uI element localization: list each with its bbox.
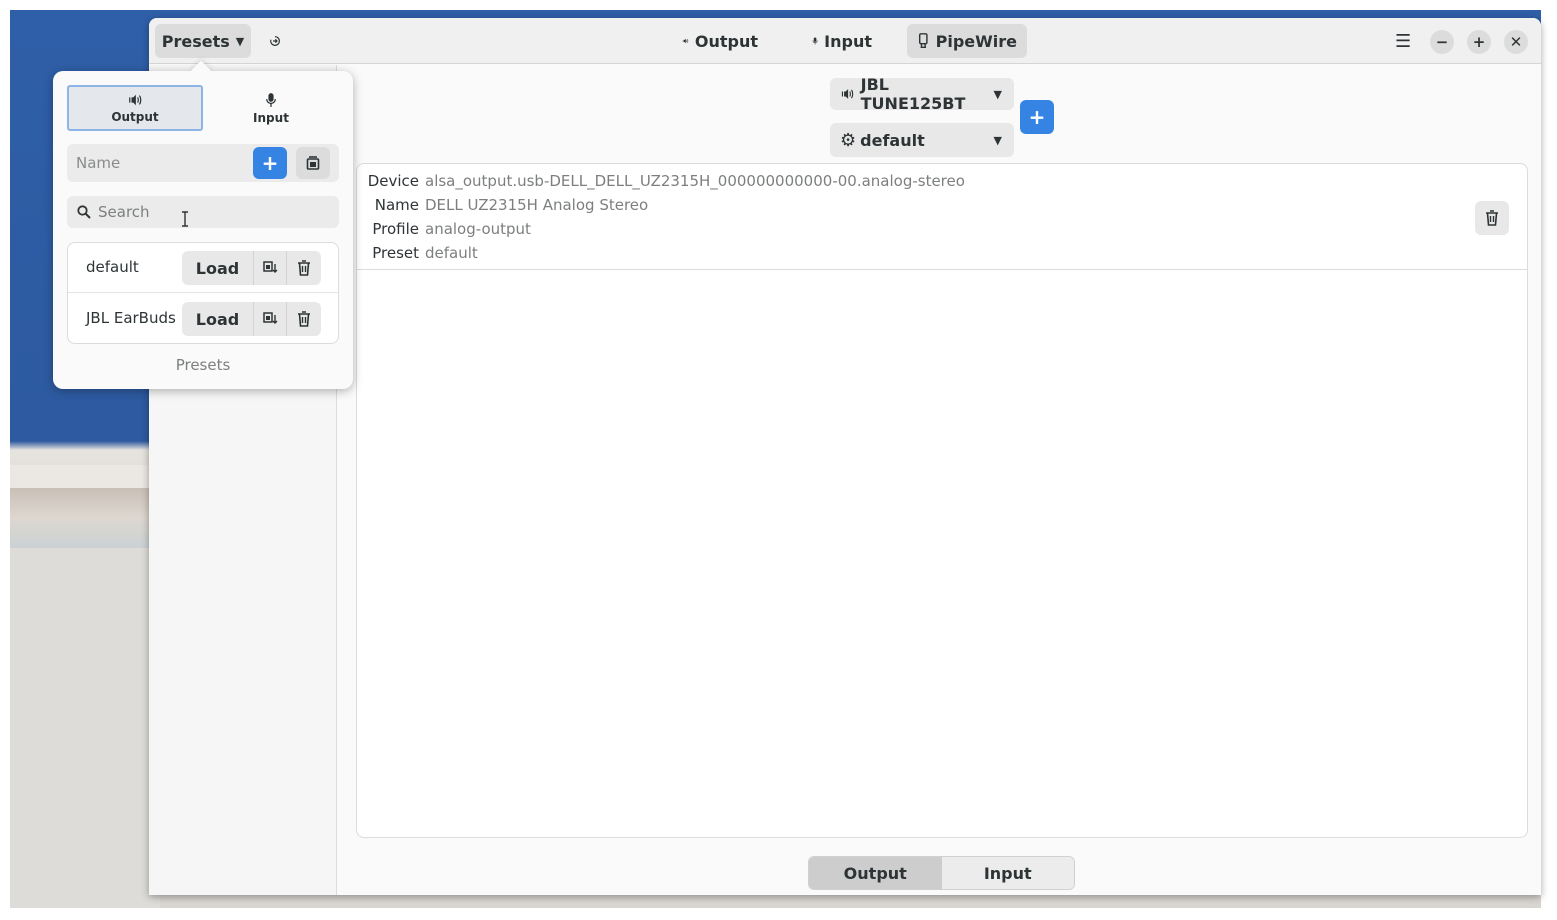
pipewire-icon (918, 33, 928, 49)
info-key: Profile (372, 220, 419, 238)
delete-preset-button[interactable] (287, 251, 320, 285)
new-preset-row: + (67, 144, 339, 182)
popover-tab-output-label: Output (111, 109, 159, 124)
preset-search-row (67, 196, 339, 228)
preset-actions: Load (182, 251, 321, 285)
info-row-profile: Profile analog-output (357, 217, 531, 241)
speaker-icon (129, 94, 142, 105)
trash-icon (297, 311, 310, 327)
trash-icon (1486, 210, 1498, 226)
tab-output-label: Output (694, 31, 758, 51)
preset-search-input[interactable] (91, 203, 339, 221)
plus-icon: + (1028, 105, 1046, 129)
close-button[interactable]: ✕ (1504, 30, 1528, 54)
import-icon (306, 156, 320, 170)
preset-name: JBL EarBuds (86, 309, 176, 327)
selected-device-label: JBL TUNE125BT (860, 75, 966, 113)
info-value: alsa_output.usb-DELL_DELL_UZ2315H_000000… (425, 172, 965, 190)
search-icon (77, 205, 91, 219)
presets-popover: Output Input + (53, 60, 353, 389)
maximize-button[interactable]: + (1467, 30, 1491, 54)
save-preset-button[interactable] (254, 302, 287, 336)
list-item: JBL EarBuds Load (68, 294, 338, 344)
tab-input-label: Input (824, 31, 872, 51)
hamburger-icon: ☰ (1394, 30, 1412, 52)
speaker-icon (682, 38, 689, 44)
app-window: Presets ▼ Output Input PipeWire ☰ − + ✕ … (149, 18, 1541, 895)
close-icon: ✕ (1509, 33, 1523, 51)
popover-tabs: Output Input (67, 85, 339, 131)
list-item: default Load (68, 243, 338, 293)
tab-pipewire-label: PipeWire (935, 31, 1017, 51)
speaker-icon (841, 89, 854, 99)
wallpaper-strip (10, 488, 160, 548)
add-preset-button[interactable]: + (253, 147, 287, 179)
popover-tab-input-label: Input (253, 110, 289, 125)
info-value: DELL UZ2315H Analog Stereo (425, 196, 649, 214)
view-switcher: Output Input (808, 856, 1075, 890)
tab-input[interactable]: Input (802, 24, 882, 58)
save-to-icon (262, 261, 277, 273)
trash-icon (297, 260, 310, 276)
info-value: analog-output (425, 220, 531, 238)
microphone-icon (812, 37, 818, 45)
gear-icon: ⚙ (840, 129, 857, 151)
device-info-rows: Device alsa_output.usb-DELL_DELL_UZ2315H… (357, 164, 1527, 270)
import-preset-button[interactable] (296, 147, 330, 179)
device-info-card: Device alsa_output.usb-DELL_DELL_UZ2315H… (356, 163, 1528, 838)
undo-icon (270, 36, 280, 46)
delete-preset-button[interactable] (287, 302, 320, 336)
info-value: default (425, 244, 478, 262)
preset-name: default (86, 258, 139, 276)
presets-button-label: Presets (161, 31, 230, 51)
caret-down-icon: ▼ (235, 34, 245, 48)
caret-down-icon: ▼ (993, 133, 1002, 147)
minimize-button[interactable]: − (1430, 30, 1454, 54)
caret-down-icon: ▼ (993, 87, 1002, 101)
popover-tab-output[interactable]: Output (67, 85, 203, 131)
plus-icon: + (261, 151, 279, 175)
popover-tab-input[interactable]: Input (203, 85, 339, 131)
switch-output-button[interactable]: Output (809, 857, 942, 889)
info-row-preset: Preset default (357, 241, 478, 265)
device-dropdown[interactable]: JBL TUNE125BT ▼ (830, 75, 1014, 113)
preset-actions: Load (182, 302, 321, 336)
info-row-name: Name DELL UZ2315H Analog Stereo (357, 193, 648, 217)
presets-menu-button[interactable]: Presets ▼ (155, 24, 251, 58)
text-cursor-icon (182, 211, 188, 227)
preset-list: default Load JBL EarBuds Load (67, 242, 339, 344)
main-menu-button[interactable]: ☰ (1389, 24, 1417, 58)
popover-footer: Presets (175, 356, 231, 374)
load-preset-button[interactable]: Load (182, 251, 254, 285)
info-key: Preset (372, 244, 419, 262)
microphone-icon (266, 92, 276, 107)
info-key: Name (374, 196, 419, 214)
tab-output[interactable]: Output (672, 24, 768, 58)
reset-history-button[interactable] (259, 24, 291, 58)
headerbar: Presets ▼ Output Input PipeWire ☰ − + ✕ (149, 18, 1541, 64)
wallpaper-wall (10, 548, 160, 908)
save-preset-button[interactable] (254, 251, 287, 285)
info-key: Device (367, 172, 419, 190)
add-device-preset-button[interactable]: + (1020, 100, 1054, 134)
maximize-icon: + (1472, 33, 1486, 51)
minimize-icon: − (1435, 33, 1449, 51)
preset-name-input[interactable] (67, 144, 251, 182)
load-preset-button[interactable]: Load (182, 302, 254, 336)
info-row-device: Device alsa_output.usb-DELL_DELL_UZ2315H… (357, 169, 965, 193)
selected-preset-label: default (860, 130, 925, 150)
delete-device-button[interactable] (1475, 201, 1509, 235)
tab-pipewire[interactable]: PipeWire (907, 24, 1027, 58)
save-to-icon (262, 312, 277, 324)
switch-input-button[interactable]: Input (941, 857, 1074, 889)
device-preset-dropdown[interactable]: ⚙ default ▼ (830, 123, 1014, 157)
